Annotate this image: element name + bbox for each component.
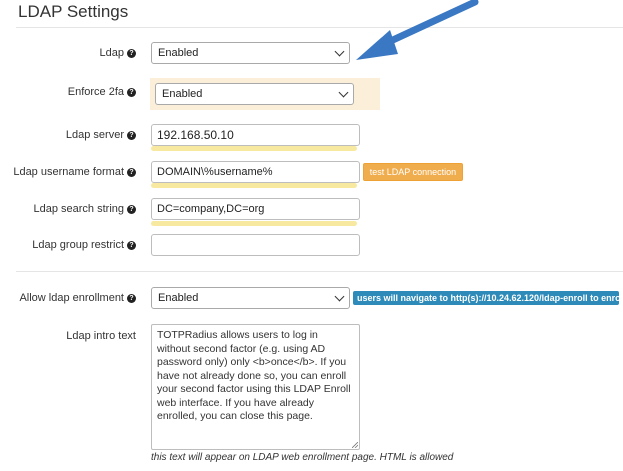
username-format-label: Ldap username format? [13, 166, 136, 178]
question-circle-icon: ? [127, 49, 136, 58]
resize-grip-icon[interactable] [352, 442, 358, 448]
allow-enrollment-label: Allow ldap enrollment? [19, 292, 136, 304]
ldap-select[interactable]: Enabled [151, 42, 350, 64]
question-circle-icon: ? [127, 168, 136, 177]
intro-text-help: this text will appear on LDAP web enroll… [151, 452, 454, 463]
ldap-server-input[interactable]: 192.168.50.10 [151, 124, 360, 146]
allow-enrollment-select[interactable]: Enabled [151, 287, 350, 309]
ldap-label: Ldap? [100, 47, 136, 59]
enforce-2fa-label: Enforce 2fa? [68, 86, 136, 98]
test-ldap-connection-button[interactable]: test LDAP connection [363, 163, 463, 181]
enrollment-url-badge: users will navigate to http(s)://10.24.6… [353, 291, 623, 305]
question-circle-icon: ? [127, 131, 136, 140]
search-string-label: Ldap search string? [34, 203, 136, 215]
section-divider [16, 271, 623, 272]
username-format-input[interactable]: DOMAIN\%username% [151, 161, 360, 183]
group-restrict-label: Ldap group restrict? [32, 239, 136, 251]
question-circle-icon: ? [127, 241, 136, 250]
username-format-highlight [151, 183, 357, 188]
group-restrict-input[interactable] [151, 234, 360, 256]
intro-text-label: Ldap intro text [66, 330, 136, 342]
page-title: LDAP Settings [18, 2, 129, 21]
question-circle-icon: ? [127, 205, 136, 214]
ldap-server-label: Ldap server? [66, 129, 136, 141]
chevron-down-icon [334, 291, 345, 302]
intro-text-textarea[interactable]: TOTPRadius allows users to log in withou… [151, 324, 360, 450]
enforce-2fa-select[interactable]: Enabled [155, 83, 354, 105]
chevron-down-icon [334, 46, 345, 57]
search-string-highlight [151, 221, 357, 226]
question-circle-icon: ? [127, 294, 136, 303]
ldap-server-highlight [151, 146, 357, 151]
title-divider [16, 27, 623, 28]
search-string-input[interactable]: DC=company,DC=org [151, 198, 360, 220]
chevron-down-icon [338, 87, 349, 98]
question-circle-icon: ? [127, 88, 136, 97]
annotation-arrow [356, 0, 479, 60]
